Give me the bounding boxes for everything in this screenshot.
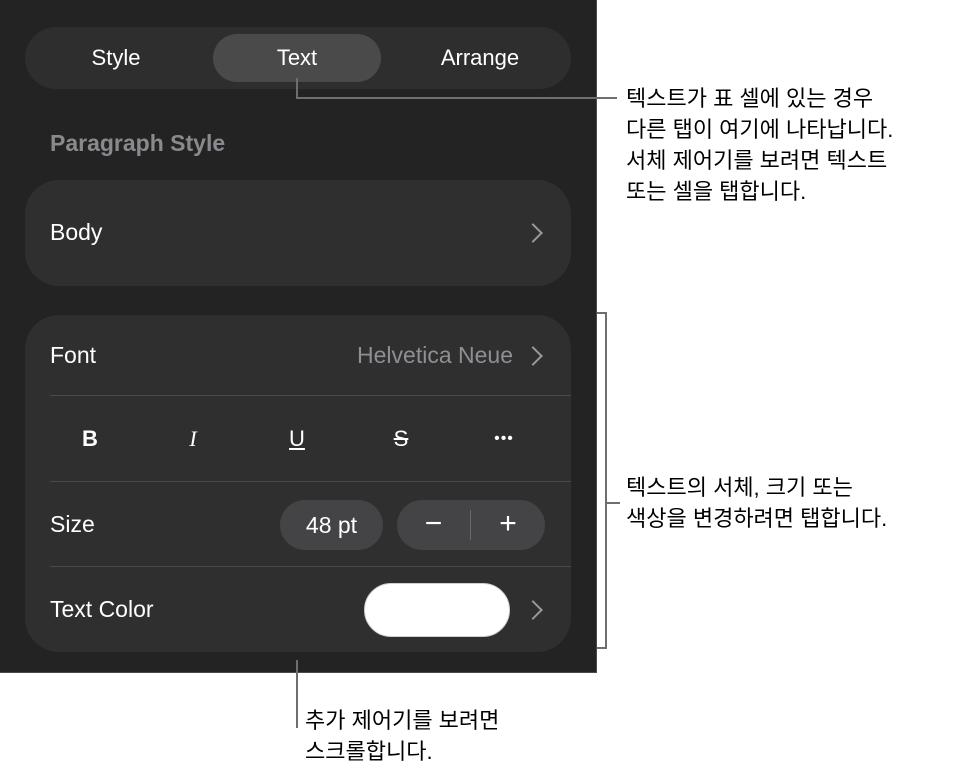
font-label: Font bbox=[50, 342, 97, 368]
strikethrough-button[interactable]: S bbox=[371, 421, 431, 457]
tab-text[interactable]: Text bbox=[213, 34, 381, 82]
divider bbox=[50, 481, 571, 482]
font-value: Helvetica Neue bbox=[357, 342, 513, 368]
scroll-callout: 추가 제어기를 보려면 스크롤합니다. bbox=[305, 705, 499, 767]
chevron-right-icon[interactable] bbox=[523, 600, 543, 620]
text-color-label: Text Color bbox=[50, 596, 154, 622]
bracket-line bbox=[605, 312, 607, 649]
chevron-right-icon bbox=[523, 346, 543, 366]
tab-arrange[interactable]: Arrange bbox=[389, 34, 571, 82]
tab-style[interactable]: Style bbox=[25, 34, 207, 82]
font-callout-line-1: 텍스트의 서체, 크기 또는 bbox=[626, 475, 853, 500]
tab-segmented-control: Style Text Arrange bbox=[25, 27, 571, 89]
more-options-button[interactable]: ••• bbox=[474, 421, 534, 457]
format-panel: Style Text Arrange Paragraph Style Body … bbox=[0, 0, 597, 673]
tab-callout-line-1: 텍스트가 표 셀에 있는 경우 bbox=[626, 86, 874, 111]
divider bbox=[50, 566, 571, 567]
chevron-right-icon bbox=[523, 223, 543, 243]
paragraph-style-row[interactable]: Body bbox=[25, 180, 571, 286]
scroll-callout-line-1: 추가 제어기를 보려면 bbox=[305, 708, 500, 733]
tab-callout-line-3: 서체 제어기를 보려면 텍스트 bbox=[626, 148, 888, 173]
size-value-field[interactable]: 48 pt bbox=[280, 500, 383, 550]
text-color-swatch[interactable] bbox=[364, 583, 510, 637]
font-row[interactable]: Font Helvetica Neue bbox=[25, 315, 571, 395]
callout-line bbox=[606, 502, 620, 504]
paragraph-style-value: Body bbox=[50, 219, 103, 245]
italic-button[interactable]: I bbox=[163, 421, 223, 457]
font-callout: 텍스트의 서체, 크기 또는 색상을 변경하려면 탭합니다. bbox=[626, 472, 887, 534]
size-stepper: − + bbox=[397, 500, 545, 550]
underline-button[interactable]: U bbox=[267, 421, 327, 457]
tab-callout-line-2: 다른 탭이 여기에 나타납니다. bbox=[626, 117, 894, 142]
callout-line bbox=[296, 78, 298, 98]
bracket-line bbox=[597, 647, 607, 649]
size-label: Size bbox=[50, 511, 95, 537]
bold-button[interactable]: B bbox=[60, 421, 120, 457]
decrease-size-button[interactable]: − bbox=[397, 500, 470, 550]
font-controls-card: Font Helvetica Neue B I U S ••• Size 48 … bbox=[25, 315, 571, 652]
increase-size-button[interactable]: + bbox=[471, 500, 545, 550]
callout-line bbox=[296, 660, 298, 728]
tab-callout: 텍스트가 표 셀에 있는 경우 다른 탭이 여기에 나타납니다. 서체 제어기를… bbox=[626, 83, 893, 207]
paragraph-style-heading: Paragraph Style bbox=[50, 130, 226, 156]
callout-line bbox=[296, 97, 617, 99]
divider bbox=[50, 395, 571, 396]
tab-callout-line-4: 또는 셀을 탭합니다. bbox=[626, 179, 807, 204]
scroll-callout-line-2: 스크롤합니다. bbox=[305, 739, 433, 764]
font-callout-line-2: 색상을 변경하려면 탭합니다. bbox=[626, 506, 888, 531]
